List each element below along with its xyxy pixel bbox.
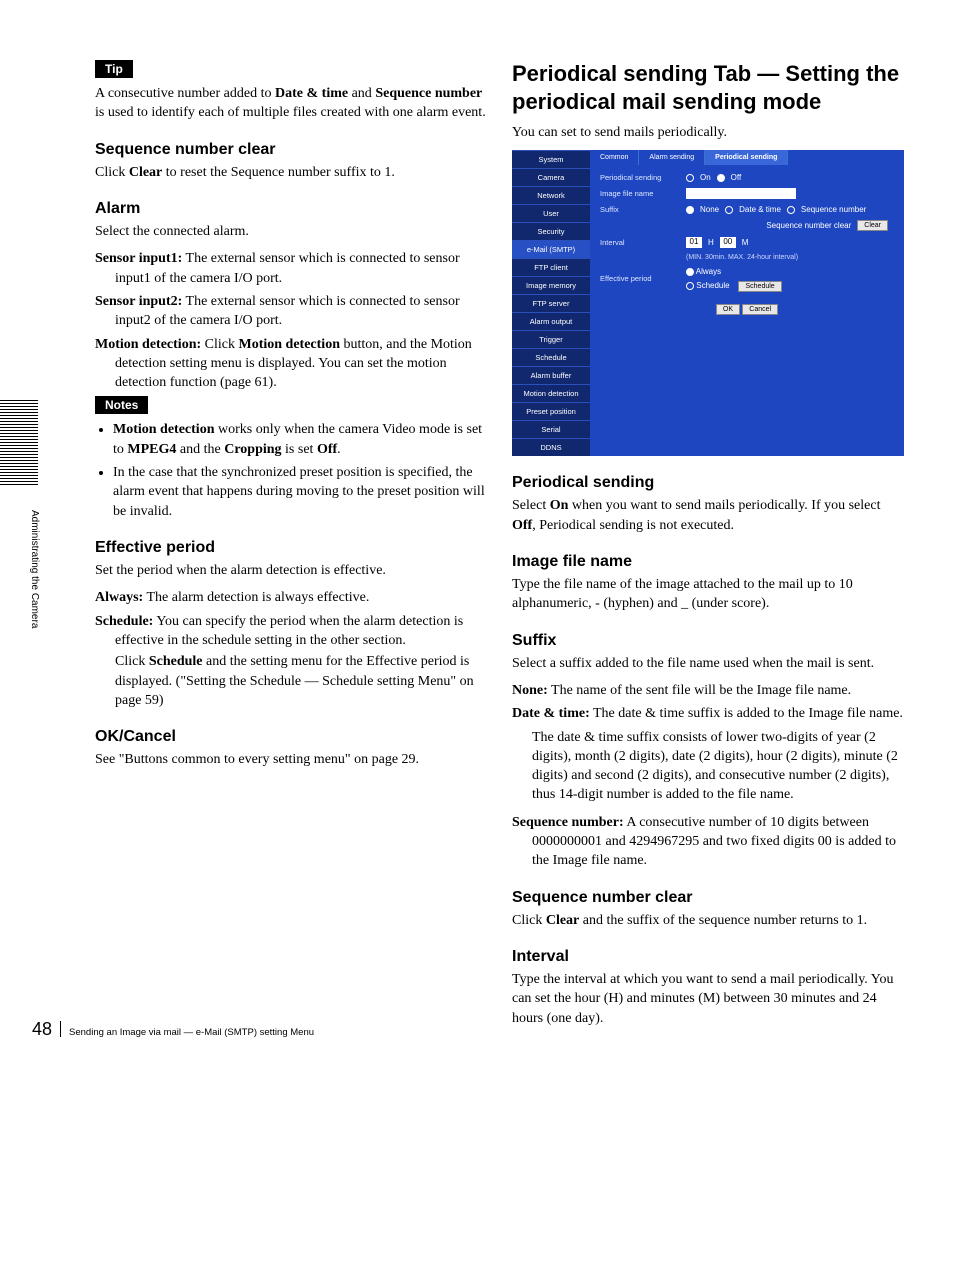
clear-button[interactable]: Clear — [857, 220, 888, 231]
side-decoration — [0, 400, 38, 485]
page-number: 48 — [32, 1019, 52, 1040]
sfx-datetime: Date & time: The date & time suffix is a… — [512, 704, 904, 723]
heading-alarm: Alarm — [95, 200, 487, 218]
nav-item[interactable]: Motion detection — [512, 384, 590, 402]
radio-off[interactable] — [717, 174, 725, 182]
radio-on[interactable] — [686, 174, 694, 182]
nav-item[interactable]: Security — [512, 222, 590, 240]
motion-item: Motion detection: Click Motion detection… — [95, 335, 487, 393]
tab-item[interactable]: Common — [590, 150, 639, 165]
ui-row-filename: Image file name — [600, 188, 894, 199]
eff-schedule-2: Click Schedule and the setting menu for … — [95, 652, 487, 710]
footer-divider — [60, 1021, 61, 1037]
footer-text: Sending an Image via mail — e-Mail (SMTP… — [69, 1027, 314, 1038]
nav-item[interactable]: Trigger — [512, 330, 590, 348]
nav-item[interactable]: Network — [512, 186, 590, 204]
heading-periodical-sending: Periodical sending — [512, 474, 904, 492]
seq-clear-text: Click Clear to reset the Sequence number… — [95, 163, 487, 182]
ui-row-seqclear: Sequence number clear Clear — [600, 220, 894, 231]
notes-list: Motion detection works only when the cam… — [95, 420, 487, 521]
ui-row-interval: Interval 01 H 00 M — [600, 237, 894, 248]
ui-nav: SystemCameraNetworkUserSecuritye-Mail (S… — [512, 150, 590, 456]
nav-item[interactable]: FTP server — [512, 294, 590, 312]
sensor2-item: Sensor input2: The external sensor which… — [95, 292, 487, 331]
nav-item[interactable]: e-Mail (SMTP) — [512, 240, 590, 258]
heading-effective-period: Effective period — [95, 539, 487, 557]
alarm-intro: Select the connected alarm. — [95, 222, 487, 241]
ui-row-periodical: Periodical sending On Off — [600, 173, 894, 182]
filename-input[interactable] — [686, 188, 796, 199]
section-title: Periodical sending Tab — Setting the per… — [512, 60, 904, 115]
sfx-none: None: The name of the sent file will be … — [512, 681, 904, 700]
nav-item[interactable]: Alarm output — [512, 312, 590, 330]
tab-item[interactable]: Alarm sending — [639, 150, 705, 165]
ps-text: Select On when you want to send mails pe… — [512, 496, 904, 535]
tip-badge: Tip — [95, 60, 133, 78]
okc-text: See "Buttons common to every setting men… — [95, 750, 487, 769]
ok-button[interactable]: OK — [716, 304, 740, 315]
radio-schedule[interactable] — [686, 282, 694, 290]
nav-item[interactable]: Serial — [512, 420, 590, 438]
interval-hint: (MIN. 30min. MAX. 24-hour interval) — [686, 254, 894, 261]
eff-always: Always: The alarm detection is always ef… — [95, 588, 487, 607]
hour-input[interactable]: 01 — [686, 237, 702, 248]
nav-item[interactable]: FTP client — [512, 258, 590, 276]
snc-text: Click Clear and the suffix of the sequen… — [512, 911, 904, 930]
ui-body: CommonAlarm sendingPeriodical sending Pe… — [590, 150, 904, 456]
schedule-button[interactable]: Schedule — [738, 281, 781, 292]
ui-bottom-buttons: OK Cancel — [600, 296, 894, 321]
ui-form: Periodical sending On Off Image file nam… — [590, 165, 904, 331]
radio-suffix-none[interactable] — [686, 206, 694, 214]
cancel-button[interactable]: Cancel — [742, 304, 778, 315]
sensor1-item: Sensor input1: The external sensor which… — [95, 249, 487, 288]
tip-text: A consecutive number added to Date & tim… — [95, 84, 487, 123]
radio-always[interactable] — [686, 268, 694, 276]
page-footer: 48 Sending an Image via mail — e-Mail (S… — [32, 1019, 314, 1040]
nav-item[interactable]: Camera — [512, 168, 590, 186]
left-column: Tip A consecutive number added to Date &… — [95, 60, 487, 1036]
heading-interval: Interval — [512, 948, 904, 966]
ui-row-suffix: Suffix None Date & time Sequence number — [600, 205, 894, 214]
eff-schedule: Schedule: You can specify the period whe… — [95, 612, 487, 651]
nav-item[interactable]: Image memory — [512, 276, 590, 294]
nav-item[interactable]: Alarm buffer — [512, 366, 590, 384]
radio-suffix-dt[interactable] — [725, 206, 733, 214]
side-section-label: Administrating the Camera — [29, 510, 40, 628]
notes-badge: Notes — [95, 396, 148, 414]
right-column: Periodical sending Tab — Setting the per… — [512, 60, 904, 1036]
ifn-text: Type the file name of the image attached… — [512, 575, 904, 614]
eff-intro: Set the period when the alarm detection … — [95, 561, 487, 580]
note-1: Motion detection works only when the cam… — [113, 420, 487, 459]
nav-item[interactable]: Schedule — [512, 348, 590, 366]
int-text: Type the interval at which you want to s… — [512, 970, 904, 1028]
heading-seq-clear: Sequence number clear — [95, 141, 487, 159]
sfx-datetime-2: The date & time suffix consists of lower… — [512, 728, 904, 805]
nav-item[interactable]: Preset position — [512, 402, 590, 420]
ui-row-effective: Effective period Always Schedule Schedul… — [600, 267, 894, 290]
heading-ok-cancel: OK/Cancel — [95, 728, 487, 746]
nav-item[interactable]: DDNS — [512, 438, 590, 456]
ui-screenshot: SystemCameraNetworkUserSecuritye-Mail (S… — [512, 150, 904, 456]
section-intro: You can set to send mails periodically. — [512, 123, 904, 142]
sfx-intro: Select a suffix added to the file name u… — [512, 654, 904, 673]
radio-suffix-seq[interactable] — [787, 206, 795, 214]
tab-item[interactable]: Periodical sending — [705, 150, 788, 165]
heading-image-file-name: Image file name — [512, 553, 904, 571]
sfx-seqnum: Sequence number: A consecutive number of… — [512, 813, 904, 871]
note-2: In the case that the synchronized preset… — [113, 463, 487, 521]
ui-tabs: CommonAlarm sendingPeriodical sending — [590, 150, 904, 165]
heading-seq-clear-r: Sequence number clear — [512, 889, 904, 907]
min-input[interactable]: 00 — [720, 237, 736, 248]
nav-item[interactable]: User — [512, 204, 590, 222]
heading-suffix: Suffix — [512, 632, 904, 650]
nav-item[interactable]: System — [512, 150, 590, 168]
